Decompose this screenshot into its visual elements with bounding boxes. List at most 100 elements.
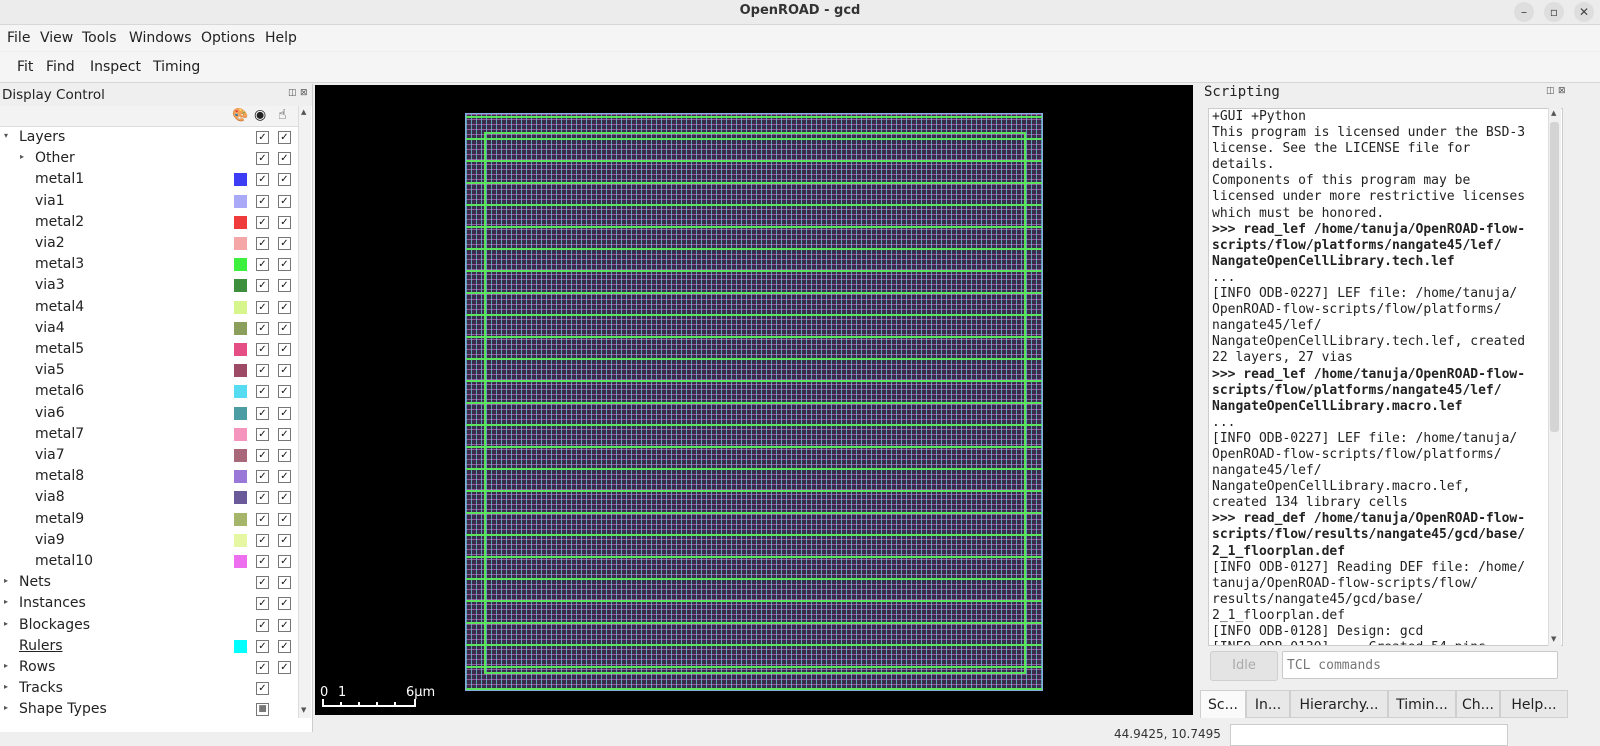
visible-checkbox[interactable]: ✓ [256,533,269,547]
layer-color-swatch[interactable] [234,555,247,568]
scroll-down-icon[interactable]: ▼ [301,706,306,714]
collapsed-arrow-icon[interactable]: ▸ [4,576,8,585]
find-button[interactable]: Find [46,59,75,75]
layer-row-via4[interactable]: via4 ✓ ✓ [0,318,298,339]
selectable-checkbox[interactable]: ✓ [278,173,291,187]
layer-row-tracks[interactable]: ▸ Tracks ✓ [0,678,298,699]
collapsed-arrow-icon[interactable]: ▸ [4,682,8,691]
menu-file[interactable]: File [7,30,30,46]
float-icon[interactable]: ◫ [1546,86,1555,96]
layer-color-swatch[interactable] [234,321,247,335]
menu-tools[interactable]: Tools [82,30,117,46]
selectable-checkbox[interactable]: ✓ [278,576,291,590]
visible-checkbox[interactable]: ✓ [256,194,269,208]
visible-checkbox[interactable]: ✓ [256,173,269,187]
layer-color-swatch[interactable] [234,279,247,293]
expanded-arrow-icon[interactable]: ▾ [4,131,8,140]
selectable-checkbox[interactable]: ✓ [278,131,291,144]
layer-row-layers[interactable]: ▾ Layers ✓ ✓ [0,127,298,148]
layer-row-nets[interactable]: ▸ Nets ✓ ✓ [0,572,298,593]
display-control-scrollbar[interactable]: ▲ ▼ [298,106,311,718]
tab-timing[interactable]: Timin... [1388,690,1456,718]
layer-row-via2[interactable]: via2 ✓ ✓ [0,233,298,254]
layer-row-metal5[interactable]: metal5 ✓ ✓ [0,339,298,360]
layer-color-swatch[interactable] [234,343,247,356]
layer-row-instances[interactable]: ▸ Instances ✓ ✓ [0,593,298,614]
layer-color-swatch[interactable] [234,639,247,653]
selectable-checkbox[interactable]: ✓ [278,321,291,335]
float-icon[interactable]: ◫ [288,88,297,98]
menu-options[interactable]: Options [201,30,255,46]
scroll-up-icon[interactable]: ▲ [1551,109,1556,117]
visible-checkbox[interactable]: ✓ [256,258,269,272]
visible-checkbox[interactable]: ✓ [256,682,269,696]
selectable-checkbox[interactable]: ✓ [278,258,291,272]
layer-row-via7[interactable]: via7 ✓ ✓ [0,445,298,466]
layer-row-blockages[interactable]: ▸ Blockages ✓ ✓ [0,615,298,636]
selectable-checkbox[interactable]: ✓ [278,618,291,632]
selectable-checkbox[interactable]: ✓ [278,491,291,505]
visible-checkbox[interactable]: ✓ [256,618,269,632]
die-area[interactable] [465,113,1043,691]
layer-row-metal2[interactable]: metal2 ✓ ✓ [0,212,298,233]
selectable-checkbox[interactable]: ✓ [278,639,291,653]
visible-checkbox[interactable]: ✓ [256,555,269,568]
collapsed-arrow-icon[interactable]: ▸ [4,597,8,606]
visible-checkbox[interactable]: ✓ [256,300,269,314]
layer-color-swatch[interactable] [234,449,247,462]
visible-checkbox[interactable]: ✓ [256,470,269,484]
layer-row-shape-types[interactable]: ▸ Shape Types ■ [0,699,298,720]
collapsed-arrow-icon[interactable]: ▸ [4,619,8,628]
layer-row-other[interactable]: ▸ Other ✓ ✓ [0,148,298,169]
selectable-checkbox[interactable]: ✓ [278,661,291,674]
visible-checkbox[interactable]: ✓ [256,343,269,356]
layer-row-metal3[interactable]: metal3 ✓ ✓ [0,254,298,275]
visible-checkbox[interactable]: ✓ [256,385,269,399]
layer-color-swatch[interactable] [234,533,247,547]
layer-row-metal8[interactable]: metal8 ✓ ✓ [0,466,298,487]
selectable-checkbox[interactable]: ✓ [278,237,291,250]
layer-color-swatch[interactable] [234,215,247,229]
layer-row-via5[interactable]: via5 ✓ ✓ [0,360,298,381]
selectable-checkbox[interactable]: ✓ [278,194,291,208]
scroll-up-icon[interactable]: ▲ [301,108,306,116]
selectable-checkbox[interactable]: ✓ [278,385,291,399]
visible-checkbox[interactable]: ✓ [256,449,269,462]
visible-checkbox[interactable]: ✓ [256,406,269,420]
inspect-button[interactable]: Inspect [90,59,141,75]
menu-view[interactable]: View [40,30,73,46]
layer-row-metal7[interactable]: metal7 ✓ ✓ [0,424,298,445]
layer-row-metal9[interactable]: metal9 ✓ ✓ [0,509,298,530]
layer-row-metal4[interactable]: metal4 ✓ ✓ [0,297,298,318]
visible-checkbox[interactable]: ✓ [256,131,269,144]
selectable-checkbox[interactable]: ✓ [278,215,291,229]
layer-color-swatch[interactable] [234,173,247,187]
scroll-down-icon[interactable]: ▼ [1551,635,1556,643]
layer-color-swatch[interactable] [234,491,247,505]
timing-button[interactable]: Timing [153,59,200,75]
collapsed-arrow-icon[interactable]: ▸ [20,152,24,161]
visible-checkbox[interactable]: ✓ [256,576,269,590]
visible-checkbox[interactable]: ✓ [256,427,269,441]
tab-hierarchy[interactable]: Hierarchy... [1290,690,1388,718]
menu-help[interactable]: Help [265,30,297,46]
tab-charts[interactable]: Ch... [1456,690,1500,718]
script-output-scrollbar[interactable]: ▲ ▼ [1548,108,1561,646]
layer-color-swatch[interactable] [234,194,247,208]
selectable-checkbox[interactable]: ✓ [278,300,291,314]
layer-row-via9[interactable]: via9 ✓ ✓ [0,530,298,551]
script-output[interactable]: +GUI +Python This program is licensed und… [1208,108,1563,646]
layer-row-rows[interactable]: ▸ Rows ✓ ✓ [0,657,298,678]
selectable-checkbox[interactable]: ✓ [278,555,291,568]
layer-row-metal1[interactable]: metal1 ✓ ✓ [0,169,298,190]
visible-checkbox[interactable]: ■ [256,703,269,717]
visible-checkbox[interactable]: ✓ [256,215,269,229]
close-icon[interactable]: ⊠ [1558,86,1566,96]
visible-checkbox[interactable]: ✓ [256,639,269,653]
visible-checkbox[interactable]: ✓ [256,512,269,526]
layer-row-via3[interactable]: via3 ✓ ✓ [0,275,298,296]
close-button[interactable]: ✕ [1574,2,1594,22]
visible-checkbox[interactable]: ✓ [256,597,269,611]
layer-color-swatch[interactable] [234,385,247,399]
close-icon[interactable]: ⊠ [300,88,308,98]
